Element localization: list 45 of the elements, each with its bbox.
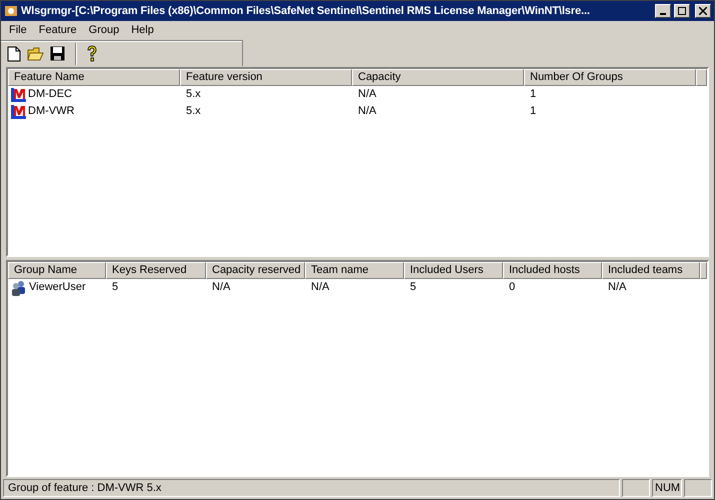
feature-icon [11,104,26,118]
column-header[interactable]: Keys Reserved [106,262,206,279]
column-header[interactable]: Included hosts [503,262,602,279]
table-cell-text: 0 [508,280,516,296]
table-cell-text: N/A [310,280,330,296]
table-cell-text: DM-DEC [28,87,72,102]
table-cell-text: 1 [529,87,536,102]
app-icon [4,4,18,18]
help-icon[interactable] [87,45,97,62]
table-cell-text: 5.x [185,104,201,120]
table-cell-text: 1 [529,104,536,120]
num-lock-indicator: NUM [652,479,682,497]
column-header[interactable]: Capacity [352,69,524,86]
close-icon[interactable] [695,4,711,18]
column-header[interactable]: Feature version [180,69,352,86]
column-header[interactable]: Feature Name [8,69,180,86]
open-folder-icon[interactable] [27,46,44,60]
column-header[interactable]: Number Of Groups [524,69,696,86]
minimize-icon[interactable] [655,4,671,18]
maximize-icon[interactable] [674,4,690,18]
new-file-icon[interactable] [7,46,21,62]
window-title: Wlsgrmgr-[C:\Program Files (x86)\Common Files\SafeNet Sentinel\Sentinel RMS License Manager\WinNT\lsre... [21,4,591,19]
column-header[interactable]: Included Users [404,262,503,279]
menu-item[interactable]: Group [82,22,126,39]
table-cell-text: 5 [111,280,118,296]
status-text: Group of feature : DM-VWR 5.x [3,479,620,497]
table-cell-text: 5 [409,280,416,296]
table-cell-text: N/A [607,280,626,296]
table-cell-text: ViewerUser [29,280,86,296]
table-cell-text: DM-VWR [28,104,74,120]
feature-icon [11,88,26,102]
table-cell-text: N/A [357,87,376,102]
column-header[interactable]: Group Name [8,262,106,279]
menu-item[interactable]: File [3,22,33,39]
status-pane [684,479,712,497]
column-header[interactable]: Included teams [602,262,700,279]
column-header[interactable]: Capacity reserved [206,262,305,279]
column-header[interactable]: Team name [305,262,404,279]
table-cell-text: N/A [357,104,376,120]
users-icon [11,280,27,296]
menu-item[interactable]: Feature [32,22,83,39]
table-cell-text: N/A [211,280,230,296]
table-cell-text: 5.x [185,87,201,102]
status-pane [622,479,650,497]
menu-item[interactable]: Help [125,22,160,39]
